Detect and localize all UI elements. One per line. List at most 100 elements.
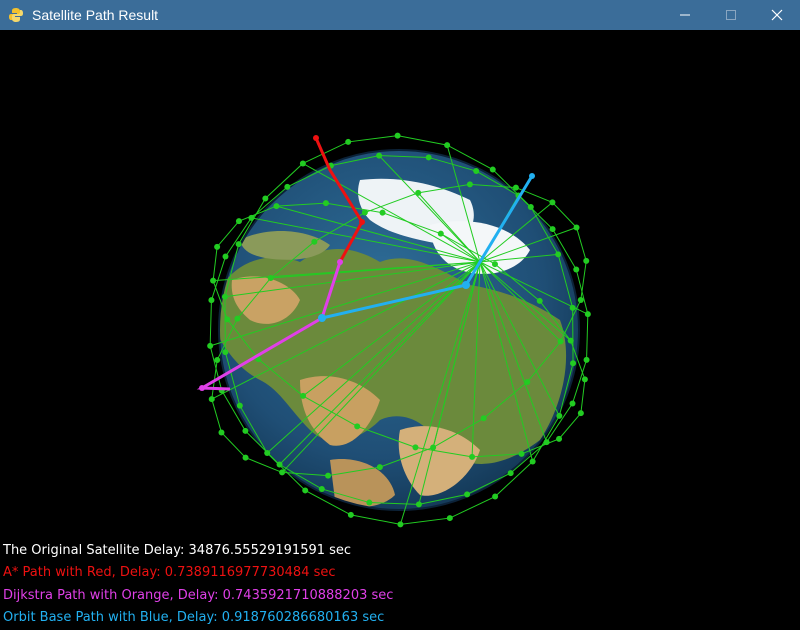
satellite-node bbox=[583, 356, 590, 363]
satellite-node bbox=[236, 402, 243, 409]
orbit-node bbox=[462, 281, 470, 289]
satellite-node bbox=[581, 376, 588, 383]
maximize-icon bbox=[726, 10, 736, 20]
orbit-node bbox=[529, 173, 535, 179]
satellite-globe-scene bbox=[196, 132, 591, 528]
satellite-node bbox=[267, 275, 274, 282]
satellite-node bbox=[322, 200, 329, 207]
satellite-node bbox=[397, 521, 404, 528]
satellite-node bbox=[573, 224, 580, 231]
satellite-node bbox=[570, 360, 577, 367]
satellite-node bbox=[276, 461, 283, 468]
satellite-node bbox=[224, 316, 231, 323]
satellite-node bbox=[555, 251, 562, 258]
satellite-node bbox=[584, 311, 591, 318]
satellite-node bbox=[529, 458, 536, 465]
astar-node bbox=[313, 135, 319, 141]
satellite-node bbox=[214, 243, 221, 250]
satellite-node bbox=[430, 444, 437, 451]
satellite-node bbox=[412, 444, 419, 451]
satellite-node bbox=[577, 296, 584, 303]
satellite-node bbox=[549, 199, 556, 206]
satellite-node bbox=[573, 266, 580, 273]
satellite-node bbox=[311, 238, 318, 245]
satellite-node bbox=[235, 218, 242, 225]
minimize-icon bbox=[680, 14, 690, 16]
satellite-node bbox=[543, 439, 550, 446]
satellite-node bbox=[366, 499, 373, 506]
title-bar: Satellite Path Result bbox=[0, 0, 800, 30]
satellite-node bbox=[469, 453, 476, 460]
satellite-node bbox=[415, 189, 422, 196]
satellite-node bbox=[300, 392, 307, 399]
satellite-node bbox=[302, 487, 309, 494]
satellite-node bbox=[415, 501, 422, 508]
satellite-node bbox=[446, 515, 453, 522]
satellite-node bbox=[480, 415, 487, 422]
satellite-node bbox=[583, 257, 590, 264]
satellite-node bbox=[518, 450, 525, 457]
dijkstra-node bbox=[199, 385, 205, 391]
satellite-node bbox=[473, 168, 480, 175]
satellite-node bbox=[262, 195, 269, 202]
satellite-node bbox=[248, 214, 255, 221]
satellite-node bbox=[556, 412, 563, 419]
satellite-node bbox=[325, 472, 332, 479]
satellite-node bbox=[242, 454, 249, 461]
satellite-node bbox=[557, 338, 564, 345]
satellite-node bbox=[208, 396, 215, 403]
satellite-node bbox=[569, 400, 576, 407]
satellite-node bbox=[512, 184, 519, 191]
maximize-button[interactable] bbox=[708, 0, 754, 30]
satellite-node bbox=[376, 152, 383, 159]
satellite-node bbox=[569, 304, 576, 311]
satellite-node bbox=[444, 142, 451, 149]
satellite-node bbox=[210, 277, 217, 284]
satellite-node bbox=[207, 342, 214, 349]
satellite-node bbox=[347, 511, 354, 518]
minimize-button[interactable] bbox=[662, 0, 708, 30]
satellite-node bbox=[221, 293, 228, 300]
dijkstra-node bbox=[337, 259, 343, 265]
satellite-node bbox=[354, 423, 361, 430]
satellite-node bbox=[567, 337, 574, 344]
satellite-node bbox=[279, 469, 286, 476]
dijkstra-delay-text: Dijkstra Path with Orange, Delay: 0.7435… bbox=[3, 588, 394, 603]
python-icon bbox=[9, 8, 23, 22]
window-title: Satellite Path Result bbox=[32, 7, 159, 23]
satellite-node bbox=[466, 181, 473, 188]
satellite-node bbox=[394, 132, 401, 139]
satellite-node bbox=[492, 493, 499, 500]
satellite-node bbox=[222, 349, 229, 356]
satellite-node bbox=[549, 226, 556, 233]
satellite-node bbox=[379, 209, 386, 216]
orbit-delay-text: Orbit Base Path with Blue, Delay: 0.9187… bbox=[3, 610, 385, 625]
satellite-node bbox=[345, 138, 352, 145]
satellite-node bbox=[214, 357, 221, 364]
satellite-node bbox=[318, 485, 325, 492]
original-delay-text: The Original Satellite Delay: 34876.5552… bbox=[3, 543, 352, 558]
satellite-node bbox=[235, 241, 242, 248]
close-icon bbox=[771, 9, 783, 21]
satellite-node bbox=[284, 183, 291, 190]
satellite-node bbox=[361, 209, 368, 216]
close-button[interactable] bbox=[754, 0, 800, 30]
satellite-node bbox=[299, 160, 306, 167]
satellite-node bbox=[376, 464, 383, 471]
satellite-node bbox=[273, 203, 280, 210]
satellite-node bbox=[489, 166, 496, 173]
satellite-node bbox=[425, 154, 432, 161]
satellite-node bbox=[218, 429, 225, 436]
satellite-node bbox=[242, 427, 249, 434]
orbit-node bbox=[318, 314, 326, 322]
satellite-node bbox=[524, 378, 531, 385]
satellite-node bbox=[208, 297, 215, 304]
astar-node bbox=[359, 219, 365, 225]
astar-delay-text: A* Path with Red, Delay: 0.7389116977730… bbox=[3, 565, 336, 580]
satellite-node bbox=[536, 297, 543, 304]
satellite-node bbox=[527, 204, 534, 211]
satellite-node bbox=[222, 253, 229, 260]
satellite-node bbox=[437, 230, 444, 237]
satellite-node bbox=[491, 261, 498, 268]
satellite-node bbox=[577, 410, 584, 417]
